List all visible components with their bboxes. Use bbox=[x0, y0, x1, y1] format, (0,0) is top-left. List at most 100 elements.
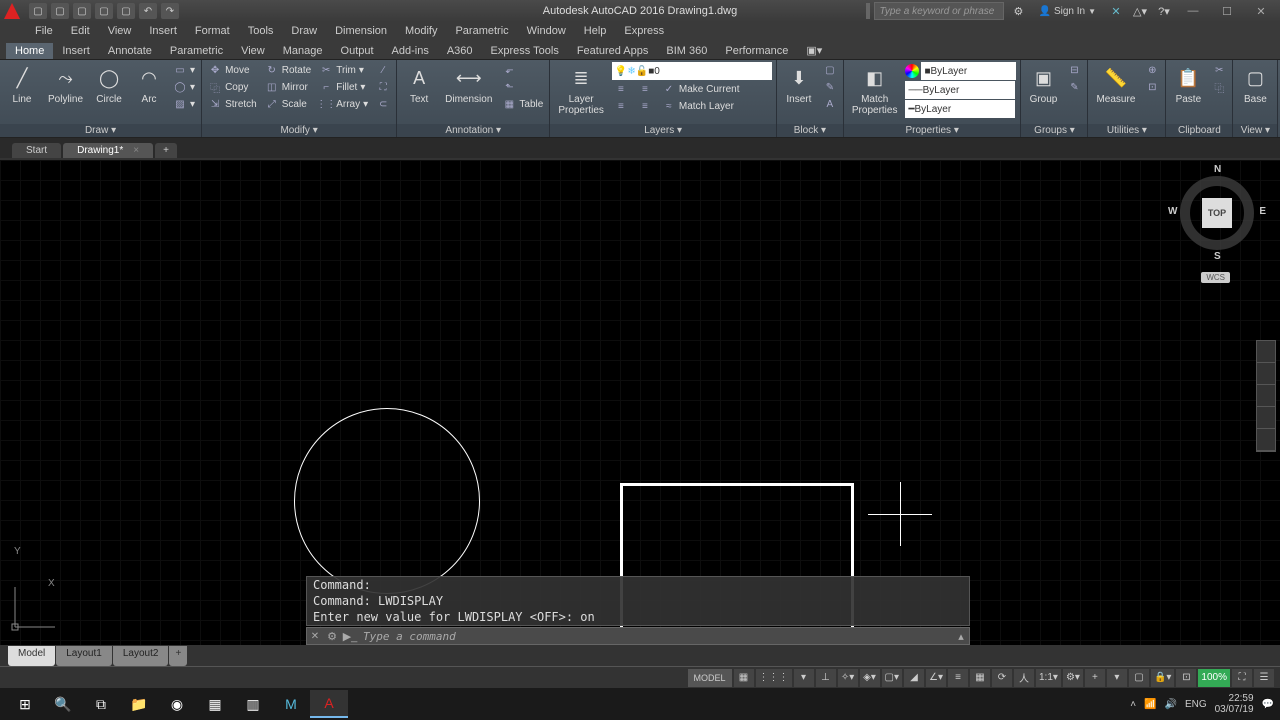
tab-view[interactable]: View bbox=[232, 43, 274, 59]
panel-title-annotation[interactable]: Annotation ▾ bbox=[397, 124, 549, 137]
tab-layout1[interactable]: Layout1 bbox=[56, 646, 112, 666]
units-icon[interactable]: ▾ bbox=[1107, 669, 1127, 687]
3dosnap-icon[interactable]: ◢ bbox=[904, 669, 924, 687]
tray-network-icon[interactable]: 📶 bbox=[1144, 699, 1156, 710]
stretch-button[interactable]: ⇲Stretch bbox=[206, 96, 259, 112]
insert-button[interactable]: ⬇Insert bbox=[781, 62, 817, 107]
signin-button[interactable]: 👤Sign In▼ bbox=[1032, 6, 1102, 17]
customize-icon[interactable]: ☰ bbox=[1254, 669, 1274, 687]
qat-open-icon[interactable]: ▢ bbox=[51, 3, 69, 19]
explode-icon[interactable]: ⛶ bbox=[374, 79, 392, 95]
selection-cycling-icon[interactable]: ⟳ bbox=[992, 669, 1012, 687]
tab-addins[interactable]: Add-ins bbox=[383, 43, 438, 59]
calc-taskbar-icon[interactable]: ▦ bbox=[196, 690, 234, 718]
tab-parametric[interactable]: Parametric bbox=[161, 43, 232, 59]
qat-plot-icon[interactable]: ▢ bbox=[117, 3, 135, 19]
ortho-toggle-icon[interactable]: ⊥ bbox=[816, 669, 836, 687]
circle-button[interactable]: ◯Circle bbox=[91, 62, 127, 107]
layer-properties-button[interactable]: ≣Layer Properties bbox=[554, 62, 608, 118]
exchange-icon[interactable]: ✕ bbox=[1106, 2, 1126, 20]
new-tab-button[interactable]: + bbox=[155, 143, 177, 158]
cut-icon[interactable]: ✂ bbox=[1210, 62, 1228, 78]
qat-undo-icon[interactable]: ↶ bbox=[139, 3, 157, 19]
util-icon2[interactable]: ⊡ bbox=[1143, 79, 1161, 95]
tab-featured-apps[interactable]: Featured Apps bbox=[568, 43, 658, 59]
panel-title-view[interactable]: View ▾ bbox=[1233, 124, 1277, 137]
polyline-button[interactable]: ⤳Polyline bbox=[44, 62, 87, 107]
ungroup-icon[interactable]: ⊟ bbox=[1065, 62, 1083, 78]
menu-parametric[interactable]: Parametric bbox=[446, 22, 517, 40]
polar-toggle-icon[interactable]: ✧▾ bbox=[838, 669, 858, 687]
infocenter-icon[interactable]: ⚙ bbox=[1008, 2, 1028, 20]
panel-title-block[interactable]: Block ▾ bbox=[777, 124, 843, 137]
tab-a360[interactable]: A360 bbox=[438, 43, 482, 59]
qat-new-icon[interactable]: ▢ bbox=[29, 3, 47, 19]
array-button[interactable]: ⋮⋮Array▾ bbox=[317, 96, 370, 112]
menu-file[interactable]: File bbox=[26, 22, 62, 40]
tray-clock[interactable]: 22:5903/07/19 bbox=[1215, 693, 1254, 715]
panel-title-modify[interactable]: Modify ▾ bbox=[202, 124, 396, 137]
nav-showmotion-icon[interactable] bbox=[1257, 429, 1275, 451]
annotation-monitor-icon[interactable]: + bbox=[1085, 669, 1105, 687]
menu-insert[interactable]: Insert bbox=[140, 22, 186, 40]
copy-clip-icon[interactable]: ⿻ bbox=[1210, 79, 1228, 95]
trim-button[interactable]: ✂Trim▾ bbox=[317, 62, 370, 78]
tab-performance[interactable]: Performance bbox=[716, 43, 797, 59]
cmd-recent-icon[interactable]: ▴ bbox=[953, 630, 969, 643]
taskview-icon[interactable]: ⧉ bbox=[82, 690, 120, 718]
copy-button[interactable]: ⿻Copy bbox=[206, 79, 259, 95]
text-button[interactable]: AText bbox=[401, 62, 437, 107]
linetype-dropdown[interactable]: ── ByLayer bbox=[905, 81, 1015, 99]
fillet-button[interactable]: ⌐Fillet▾ bbox=[317, 79, 370, 95]
tab-annotate[interactable]: Annotate bbox=[99, 43, 161, 59]
scale-dropdown[interactable]: 1:1▾ bbox=[1036, 669, 1061, 687]
infer-toggle-icon[interactable]: ▾ bbox=[794, 669, 814, 687]
qat-saveas-icon[interactable]: ▢ bbox=[95, 3, 113, 19]
group-edit-icon[interactable]: ✎ bbox=[1065, 79, 1083, 95]
arc-button[interactable]: ◠Arc bbox=[131, 62, 167, 107]
maximize-button[interactable]: ☐ bbox=[1212, 2, 1242, 20]
nav-zoom-icon[interactable] bbox=[1257, 385, 1275, 407]
make-current-button[interactable]: ✓Make Current bbox=[660, 81, 742, 97]
tray-volume-icon[interactable]: 🔊 bbox=[1164, 699, 1176, 710]
layer-icon1[interactable]: ≡ bbox=[612, 81, 630, 97]
line-button[interactable]: ╱Line bbox=[4, 62, 40, 107]
match-layer-button[interactable]: ≈Match Layer bbox=[660, 98, 742, 114]
mirror-button[interactable]: ◫Mirror bbox=[263, 79, 313, 95]
cmd-close-icon[interactable]: ✕ bbox=[307, 631, 323, 642]
table-button[interactable]: ▦Table bbox=[500, 96, 545, 112]
paste-button[interactable]: 📋Paste bbox=[1170, 62, 1206, 107]
util-icon1[interactable]: ⊕ bbox=[1143, 62, 1161, 78]
move-button[interactable]: ✥Move bbox=[206, 62, 259, 78]
layer-icon2[interactable]: ≡ bbox=[612, 98, 630, 114]
scale-button[interactable]: ⤢Scale bbox=[263, 96, 313, 112]
ucs-icon[interactable]: YX bbox=[10, 582, 60, 635]
leader-icon[interactable]: ⬐ bbox=[500, 62, 545, 78]
tab-express-tools[interactable]: Express Tools bbox=[482, 43, 568, 59]
tray-notifications-icon[interactable]: 💬 bbox=[1262, 699, 1274, 710]
tab-bim360[interactable]: BIM 360 bbox=[657, 43, 716, 59]
offset-icon[interactable]: ⊂ bbox=[374, 96, 392, 112]
viewcube[interactable]: TOP N S E W bbox=[1172, 168, 1262, 258]
panel-title-layers[interactable]: Layers ▾ bbox=[550, 124, 776, 137]
group-button[interactable]: ▣Group bbox=[1025, 62, 1061, 107]
attr-icon[interactable]: A bbox=[821, 96, 839, 112]
command-input[interactable]: Type a command bbox=[359, 630, 953, 643]
rect-icon[interactable]: ▭▾ bbox=[171, 62, 197, 78]
panel-title-properties[interactable]: Properties ▾ bbox=[844, 124, 1021, 137]
tab-output[interactable]: Output bbox=[332, 43, 383, 59]
isodraft-icon[interactable]: ◈▾ bbox=[860, 669, 880, 687]
minimize-button[interactable]: — bbox=[1178, 2, 1208, 20]
menu-modify[interactable]: Modify bbox=[396, 22, 446, 40]
tray-lang-icon[interactable]: ENG bbox=[1185, 699, 1207, 710]
transparency-icon[interactable]: ▦ bbox=[970, 669, 990, 687]
tab-start[interactable]: Start bbox=[12, 143, 61, 158]
nav-wheel-icon[interactable] bbox=[1257, 341, 1275, 363]
app-logo[interactable] bbox=[4, 3, 20, 19]
help-icon[interactable]: ?▾ bbox=[1154, 2, 1174, 20]
explorer-taskbar-icon[interactable]: 📁 bbox=[120, 690, 158, 718]
panel-title-utilities[interactable]: Utilities ▾ bbox=[1088, 124, 1165, 137]
nav-pan-icon[interactable] bbox=[1257, 363, 1275, 385]
a360-icon[interactable]: △▾ bbox=[1130, 2, 1150, 20]
lock-ui-icon[interactable]: 🔒▾ bbox=[1151, 669, 1174, 687]
